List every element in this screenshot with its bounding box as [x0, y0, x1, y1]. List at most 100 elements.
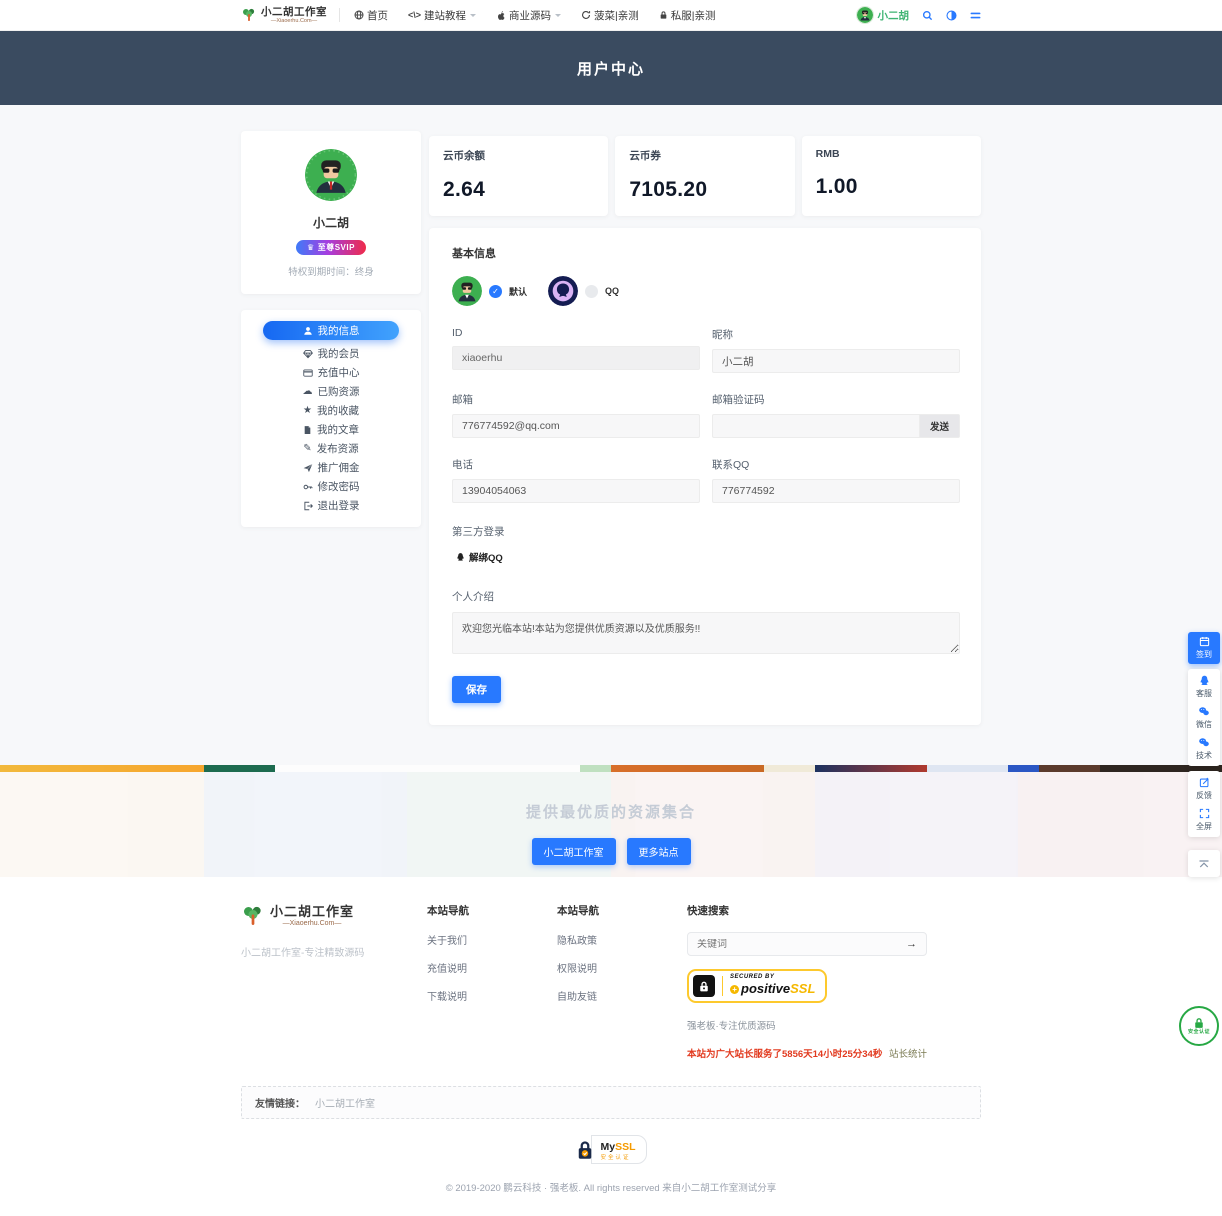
- default-avatar[interactable]: [452, 276, 482, 306]
- email-input[interactable]: [452, 414, 700, 438]
- menu-label: 修改密码: [318, 479, 360, 494]
- search-input[interactable]: [688, 939, 897, 950]
- calendar-icon: [1199, 636, 1210, 647]
- myssl-badge[interactable]: MySSL 安全认证: [0, 1135, 1222, 1164]
- gem-icon: [303, 349, 313, 359]
- footer-link-about[interactable]: 关于我们: [427, 932, 557, 947]
- site-logo[interactable]: 小二胡工作室 —Xiaoerhu.Com—: [241, 7, 327, 24]
- contact-qq-input[interactable]: [712, 479, 960, 503]
- security-seal[interactable]: 安全认证: [1179, 1006, 1219, 1046]
- footer-logo-subtitle: —Xiaoerhu.Com—: [270, 919, 354, 928]
- sidebar-item-recharge-center[interactable]: 充值中心: [241, 363, 421, 382]
- lock-icon: [659, 10, 668, 20]
- sidebar-item-my-favorites[interactable]: ★ 我的收藏: [241, 401, 421, 420]
- stat-label: 云币券: [629, 148, 780, 163]
- sidebar-item-purchased-resources[interactable]: ☁ 已购资源: [241, 382, 421, 401]
- field-label: 联系QQ: [712, 457, 960, 472]
- footer-logo-title: 小二胡工作室: [270, 905, 354, 919]
- floating-toolbar: 签到 客服 微信 技术 反馈 全屏: [1188, 632, 1220, 877]
- nav-item-tutorials[interactable]: <\> 建站教程: [408, 8, 476, 23]
- field-label: 邮箱验证码: [712, 392, 960, 407]
- sidebar-item-my-info[interactable]: 我的信息: [263, 321, 399, 340]
- send-code-button[interactable]: 发送: [919, 414, 960, 438]
- ssl-brand-suffix: SSL: [790, 981, 815, 996]
- sidebar-item-publish-resource[interactable]: ✎ 发布资源: [241, 439, 421, 458]
- sidebar-item-referral-commission[interactable]: 推广佣金: [241, 458, 421, 477]
- nav-label: 首页: [367, 8, 388, 23]
- stat-card-rmb: RMB 1.00: [802, 136, 981, 216]
- nav-item-source-code[interactable]: 商业源码: [496, 8, 561, 23]
- footer-link-privacy[interactable]: 隐私政策: [557, 932, 687, 947]
- hamburger-menu-icon[interactable]: [970, 11, 981, 20]
- email-code-input[interactable]: [712, 414, 919, 438]
- left-sidebar: 小二胡 ♛ 至尊SVIP 特权到期时间：终身 我的信息 我的会员: [241, 131, 421, 527]
- section-title: 基本信息: [452, 245, 960, 261]
- footer-link-recharge-info[interactable]: 充值说明: [427, 960, 557, 975]
- footer-nav-2: 本站导航 隐私政策 权限说明 自助友链: [557, 903, 687, 1060]
- wechat-button[interactable]: 微信: [1188, 702, 1220, 733]
- banner-more-sites-button[interactable]: 更多站点: [627, 838, 691, 865]
- field-email: 邮箱: [452, 392, 700, 438]
- fullscreen-label: 全屏: [1196, 821, 1212, 832]
- search-icon[interactable]: [922, 10, 933, 21]
- ssl-brand-text: positive: [741, 981, 790, 996]
- menu-label: 充值中心: [318, 365, 360, 380]
- nav-item-bocai[interactable]: 菠菜|亲测: [581, 8, 639, 23]
- footer-link-friend-links[interactable]: 自助友链: [557, 988, 687, 1003]
- phone-input[interactable]: [452, 479, 700, 503]
- nav-user-menu[interactable]: 小二胡: [856, 6, 910, 24]
- field-nickname: 昵称: [712, 327, 960, 373]
- stat-card-coin-coupon: 云币券 7105.20: [615, 136, 794, 216]
- sidebar-item-my-membership[interactable]: 我的会员: [241, 344, 421, 363]
- site-stats-link[interactable]: 站长统计: [889, 1049, 927, 1060]
- footer-link-permissions[interactable]: 权限说明: [557, 960, 687, 975]
- search-submit-button[interactable]: →: [897, 938, 926, 950]
- intro-textarea[interactable]: 欢迎您光临本站!本站为您提供优质资源以及优质服务!!: [452, 612, 960, 654]
- nickname-input[interactable]: [712, 349, 960, 373]
- friend-link[interactable]: 小二胡工作室: [315, 1095, 375, 1110]
- cloud-icon: ☁: [303, 386, 313, 397]
- field-phone: 电话: [452, 457, 700, 503]
- sign-out-icon: [303, 501, 313, 511]
- footer-brand: 小二胡工作室 —Xiaoerhu.Com— 小二胡工作室-专注精致源码: [241, 903, 427, 1060]
- star-icon: ★: [303, 405, 312, 416]
- profile-card: 小二胡 ♛ 至尊SVIP 特权到期时间：终身: [241, 131, 421, 294]
- dark-mode-icon[interactable]: [946, 10, 957, 21]
- menu-label: 我的文章: [317, 422, 359, 437]
- footer-nav-1: 本站导航 关于我们 充值说明 下载说明: [427, 903, 557, 1060]
- sidebar-menu: 我的信息 我的会员 充值中心 ☁ 已购资源 ★ 我的收藏: [241, 310, 421, 527]
- avatar: [856, 6, 874, 24]
- sidebar-item-logout[interactable]: 退出登录: [241, 496, 421, 515]
- tools-group: 反馈 全屏: [1188, 771, 1220, 837]
- sidebar-item-change-password[interactable]: 修改密码: [241, 477, 421, 496]
- checkin-button[interactable]: 签到: [1188, 632, 1220, 664]
- apple-icon: [496, 10, 506, 21]
- top-navbar: 小二胡工作室 —Xiaoerhu.Com— 首页 <\> 建站教程 商业源码: [0, 0, 1222, 31]
- logo-title: 小二胡工作室: [261, 7, 327, 18]
- profile-name: 小二胡: [251, 214, 411, 231]
- customer-service-button[interactable]: 客服: [1188, 671, 1220, 702]
- banner-studio-button[interactable]: 小二胡工作室: [532, 838, 616, 865]
- footer-link-download-info[interactable]: 下载说明: [427, 988, 557, 1003]
- owner-line: 强老板·专注优质源码: [687, 1018, 981, 1032]
- expand-icon: [1199, 808, 1210, 819]
- feedback-label: 反馈: [1196, 790, 1212, 801]
- check-circle-icon: ✓: [489, 285, 502, 298]
- nav-item-sifu[interactable]: 私服|亲测: [659, 8, 716, 23]
- seal-caption: 安全认证: [1188, 1029, 1210, 1035]
- tech-support-button[interactable]: 技术: [1188, 733, 1220, 764]
- save-button[interactable]: 保存: [452, 676, 501, 703]
- stat-value: 7105.20: [629, 178, 780, 202]
- chevron-up-icon: [1198, 859, 1210, 869]
- feedback-button[interactable]: 反馈: [1188, 773, 1220, 804]
- footer-tagline: 小二胡工作室-专注精致源码: [241, 944, 427, 959]
- back-to-top-button[interactable]: [1188, 850, 1220, 877]
- sidebar-item-my-articles[interactable]: 我的文章: [241, 420, 421, 439]
- file-icon: [303, 425, 312, 435]
- unbind-qq-button[interactable]: 解绑QQ: [452, 548, 507, 566]
- secured-by-text: SECURED BY: [730, 974, 815, 980]
- fullscreen-button[interactable]: 全屏: [1188, 804, 1220, 835]
- qq-avatar[interactable]: [548, 276, 578, 306]
- stat-card-coin-balance: 云币余额 2.64: [429, 136, 608, 216]
- nav-item-home[interactable]: 首页: [354, 8, 388, 23]
